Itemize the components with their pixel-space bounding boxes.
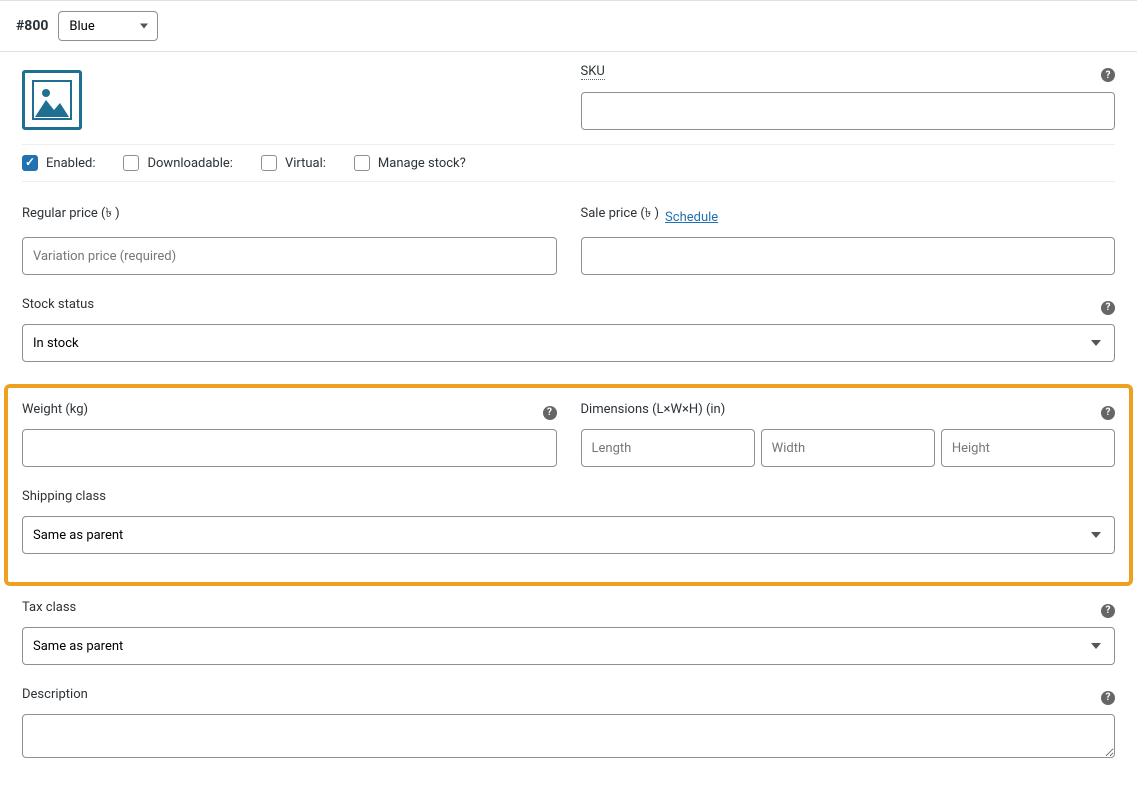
shipping-highlight-box: Weight (kg) ? Dimensions (L×W×H) (in) ? … (4, 384, 1133, 586)
help-icon[interactable]: ? (1101, 691, 1115, 705)
shipping-class-label: Shipping class (22, 489, 106, 504)
options-row: Enabled: Downloadable: Virtual: Manage s… (22, 144, 1115, 182)
enabled-checkbox[interactable] (22, 155, 38, 171)
description-label: Description (22, 687, 88, 702)
image-placeholder-icon (32, 80, 72, 120)
sku-label: SKU (581, 64, 605, 80)
tax-class-select[interactable]: Same as parent (22, 627, 1115, 665)
length-input[interactable] (581, 429, 755, 467)
width-input[interactable] (761, 429, 935, 467)
schedule-link[interactable]: Schedule (665, 210, 718, 225)
description-textarea[interactable] (22, 714, 1115, 758)
stock-status-select[interactable]: In stock (22, 324, 1115, 362)
sku-input[interactable] (581, 92, 1116, 130)
virtual-checkbox[interactable] (261, 155, 277, 171)
dimensions-label: Dimensions (L×W×H) (in) (581, 402, 726, 417)
enabled-checkbox-wrap[interactable]: Enabled: (22, 155, 95, 171)
variation-image-button[interactable] (22, 70, 82, 130)
sale-price-label: Sale price (৳ ) (581, 204, 660, 225)
stock-status-label: Stock status (22, 297, 94, 312)
downloadable-checkbox[interactable] (123, 155, 139, 171)
manage-stock-checkbox-wrap[interactable]: Manage stock? (354, 155, 466, 171)
help-icon[interactable]: ? (1101, 406, 1115, 420)
help-icon[interactable]: ? (1101, 301, 1115, 315)
help-icon[interactable]: ? (543, 406, 557, 420)
sale-price-input[interactable] (581, 237, 1116, 275)
weight-input[interactable] (22, 429, 557, 467)
variation-panel: SKU ? Enabled: Downloadable: Virtual: Ma… (0, 52, 1137, 806)
help-icon[interactable]: ? (1101, 68, 1115, 82)
regular-price-input[interactable] (22, 237, 557, 275)
help-icon[interactable]: ? (1101, 604, 1115, 618)
tax-class-label: Tax class (22, 600, 76, 615)
height-input[interactable] (941, 429, 1115, 467)
weight-label: Weight (kg) (22, 402, 88, 417)
shipping-class-select[interactable]: Same as parent (22, 516, 1115, 554)
attribute-select[interactable]: Blue (58, 11, 158, 41)
virtual-checkbox-wrap[interactable]: Virtual: (261, 155, 326, 171)
downloadable-checkbox-wrap[interactable]: Downloadable: (123, 155, 232, 171)
regular-price-label: Regular price (৳ ) (22, 204, 120, 225)
variation-header: #800 Blue (0, 0, 1137, 52)
manage-stock-checkbox[interactable] (354, 155, 370, 171)
variation-id: #800 (16, 18, 48, 34)
